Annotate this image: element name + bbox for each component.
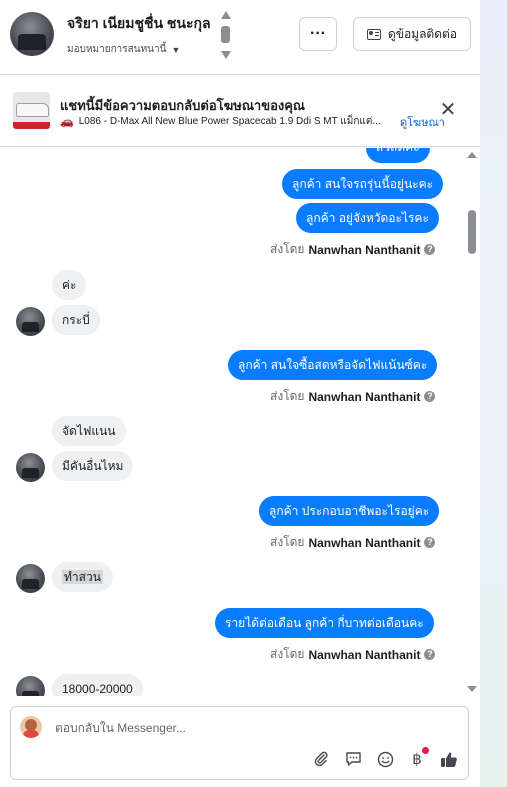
- outgoing-message[interactable]: ลูกค้า สนใจรถรุ่นนี้อยู่นะคะ: [282, 169, 444, 199]
- contact-avatar[interactable]: [10, 12, 54, 56]
- header-scroll-stepper[interactable]: [220, 11, 232, 59]
- sent-by-label: ส่งโดย Nanwhan Nanthanit ?: [270, 387, 436, 406]
- sender-name: Nanwhan Nanthanit: [308, 535, 421, 550]
- sender-name: Nanwhan Nanthanit: [308, 389, 421, 404]
- info-icon[interactable]: ?: [424, 244, 436, 255]
- caret-down-icon: ▼: [171, 44, 181, 55]
- contact-avatar-small: [16, 676, 45, 696]
- assign-conversation-dropdown[interactable]: มอบหมายการสนทนานี้ ▼: [67, 42, 180, 57]
- notification-dot: [422, 747, 429, 754]
- incoming-message[interactable]: ค่ะ: [52, 270, 87, 300]
- ad-thumbnail[interactable]: [13, 92, 50, 129]
- info-icon[interactable]: ?: [424, 391, 436, 402]
- smile-icon[interactable]: [376, 750, 394, 768]
- scroll-down-icon[interactable]: [467, 686, 477, 692]
- arrow-down-icon[interactable]: [221, 51, 231, 59]
- view-contact-button[interactable]: ดูข้อมูลติดต่อ: [353, 17, 471, 51]
- incoming-message[interactable]: มีคันอื่นไหม: [52, 451, 134, 481]
- ad-reply-banner: แชทนี้มีข้อความตอบกลับต่อโฆษณาของคุณ 🚗 L…: [0, 75, 480, 147]
- page-avatar: [20, 716, 42, 738]
- scroll-thumb[interactable]: [221, 26, 230, 43]
- view-contact-label: ดูข้อมูลติดต่อ: [387, 26, 458, 41]
- scroll-thumb[interactable]: [468, 210, 476, 254]
- highlighted-text: ทำสวน: [62, 570, 103, 584]
- incoming-message[interactable]: 18000-20000: [52, 674, 143, 696]
- info-icon[interactable]: ?: [424, 537, 436, 548]
- outgoing-message[interactable]: รายได้ต่อเดือน ลูกค้า กี่บาทต่อเดือนคะ: [215, 608, 434, 638]
- incoming-message[interactable]: ทำสวน: [52, 562, 113, 592]
- reply-input[interactable]: [55, 719, 445, 737]
- car-icon: 🚗: [60, 115, 74, 128]
- sender-name: Nanwhan Nanthanit: [308, 647, 421, 662]
- incoming-message[interactable]: จัดไฟแนน: [52, 416, 126, 446]
- chat-bubble-icon[interactable]: [344, 750, 362, 768]
- info-icon[interactable]: ?: [424, 649, 436, 660]
- more-dots-icon: ···: [310, 25, 326, 42]
- contact-avatar-small: [16, 564, 45, 593]
- conversation-panel: จริยา เนียมชูชื่น ชนะกุล มอบหมายการสนทนา…: [0, 0, 480, 787]
- reply-composer: ฿: [10, 706, 469, 780]
- baht-icon[interactable]: ฿: [408, 747, 429, 768]
- outgoing-message[interactable]: ลูกค้า ประกอบอาชีพอะไรอยู่คะ: [259, 496, 440, 526]
- outgoing-message[interactable]: ลูกค้า อยู่จังหวัดอะไรคะ: [296, 203, 439, 233]
- sent-by-label: ส่งโดย Nanwhan Nanthanit ?: [270, 645, 436, 664]
- sender-name: Nanwhan Nanthanit: [308, 242, 421, 257]
- outgoing-message[interactable]: สวัสดีค่ะ: [366, 148, 430, 163]
- contact-name[interactable]: จริยา เนียมชูชื่น ชนะกุล: [67, 13, 211, 35]
- contact-card-icon: [366, 28, 381, 40]
- outgoing-message[interactable]: ลูกค้า สนใจซื้อสดหรือจัดไฟแน้นซ์คะ: [228, 350, 438, 380]
- contact-avatar-small: [16, 453, 45, 482]
- composer-toolbar: ฿: [312, 747, 458, 768]
- message-scrollbar[interactable]: [466, 148, 478, 696]
- sent-by-label: ส่งโดย Nanwhan Nanthanit ?: [270, 533, 436, 552]
- scroll-up-icon[interactable]: [467, 152, 477, 158]
- contact-avatar-small: [16, 307, 45, 336]
- message-thread[interactable]: สวัสดีค่ะ ลูกค้า สนใจรถรุ่นนี้อยู่นะคะ ล…: [0, 148, 480, 696]
- conversation-header: จริยา เนียมชูชื่น ชนะกุล มอบหมายการสนทนา…: [0, 0, 480, 75]
- assign-label: มอบหมายการสนทนานี้: [67, 44, 167, 55]
- sent-by-label: ส่งโดย Nanwhan Nanthanit ?: [270, 240, 436, 259]
- thumbs-up-icon[interactable]: [440, 750, 458, 768]
- more-options-button[interactable]: ···: [299, 17, 337, 51]
- close-icon[interactable]: ✕: [438, 100, 458, 120]
- incoming-message[interactable]: กระบี่: [52, 305, 100, 335]
- arrow-up-icon[interactable]: [221, 11, 231, 19]
- ad-model-text: L086 - D-Max All New Blue Power Spacecab…: [78, 115, 381, 127]
- paperclip-icon[interactable]: [312, 750, 330, 768]
- side-background: [480, 0, 507, 787]
